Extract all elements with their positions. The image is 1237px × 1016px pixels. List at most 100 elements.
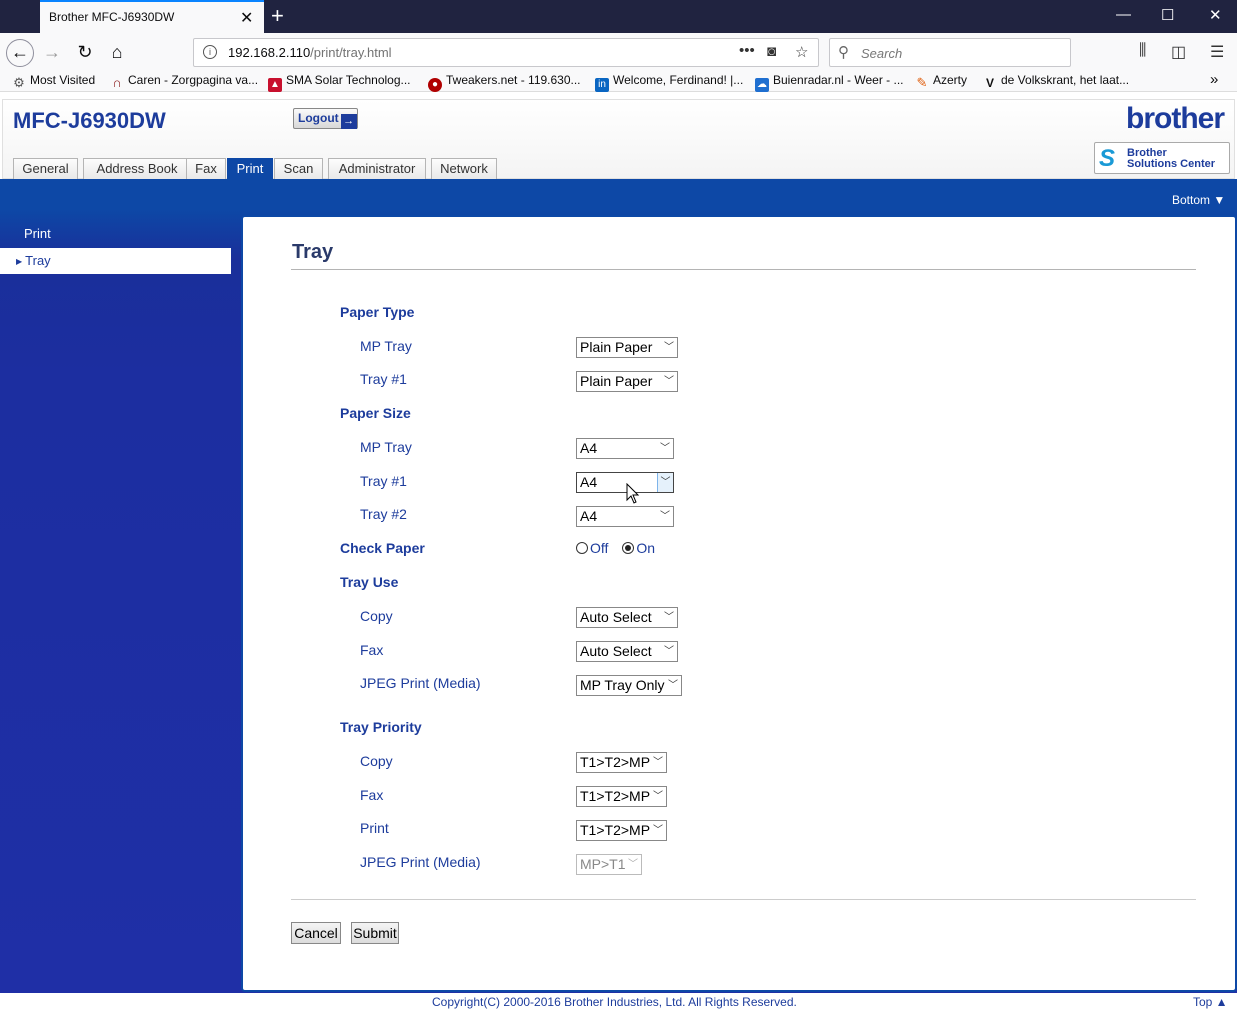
home-icon[interactable]: ⌂ [103, 39, 131, 67]
paper-size-heading: Paper Size [340, 405, 411, 421]
tab-general[interactable]: General [13, 158, 78, 180]
brother-logo: brother [1126, 102, 1225, 135]
browser-titlebar: Brother MFC-J6930DW ✕ + — ☐ ✕ [0, 0, 1237, 33]
maximize-button[interactable]: ☐ [1161, 6, 1174, 24]
tray-priority-print-select[interactable]: T1>T2>MP ﹀ [576, 820, 667, 841]
paper-type-heading: Paper Type [340, 304, 415, 320]
minimize-button[interactable]: — [1116, 6, 1131, 23]
solutions-center-text: Brother Solutions Center [1127, 147, 1216, 170]
chevron-down-icon: ﹀ [668, 680, 678, 691]
bookmark-tweakers[interactable]: ● Tweakers.net - 119.630... [428, 73, 581, 92]
tab-scan[interactable]: Scan [274, 158, 323, 180]
bookmarks-overflow-icon[interactable]: » [1210, 71, 1218, 88]
chevron-down-icon: ﹀ [660, 443, 670, 454]
paper-size-tray2-select[interactable]: A4 ﹀ [576, 506, 674, 527]
mouse-cursor-icon [626, 483, 640, 504]
title-divider [291, 269, 1196, 270]
caret-right-icon: ▶ [16, 257, 23, 266]
solutions-center-s-icon: S [1099, 145, 1116, 172]
tab-network[interactable]: Network [431, 158, 497, 180]
page-title: Tray [292, 241, 334, 263]
tray-use-heading: Tray Use [340, 574, 399, 590]
tray-use-jpeg-select[interactable]: MP Tray Only ﹀ [576, 675, 682, 696]
buienradar-icon: ☁ [755, 78, 769, 92]
bookmark-azerty[interactable]: ✎ Azerty [915, 73, 967, 90]
tray-priority-copy-label: Copy [360, 753, 393, 769]
forward-arrow-icon[interactable]: → [38, 39, 66, 67]
chevron-down-icon: ﹀ [657, 473, 673, 492]
paper-type-tray1-label: Tray #1 [360, 371, 407, 387]
paper-type-tray1-select[interactable]: Plain Paper ﹀ [576, 371, 678, 392]
reload-icon[interactable]: ↻ [71, 39, 99, 67]
tray-use-copy-select[interactable]: Auto Select ﹀ [576, 607, 678, 628]
gear-icon: ⚙ [13, 75, 25, 90]
sma-logo-icon: ▲ [268, 78, 282, 92]
bookmark-most-visited[interactable]: ⚙ Most Visited [12, 73, 95, 90]
page-footer: Copyright(C) 2000-2016 Brother Industrie… [0, 993, 1237, 1016]
pocket-icon[interactable]: ◙ [767, 43, 776, 60]
cancel-button[interactable]: Cancel [291, 922, 341, 944]
chevron-down-icon: ﹀ [660, 511, 670, 522]
header-panel: MFC-J6930DW Logout → brother S Brother Sol… [2, 99, 1235, 182]
tray-priority-fax-label: Fax [360, 787, 384, 803]
tray-settings-panel: Tray Paper Type MP Tray Plain Paper ﹀ Tra… [241, 215, 1237, 992]
page-actions-icon[interactable]: ••• [739, 42, 755, 59]
bookmark-star-icon[interactable]: ☆ [795, 43, 808, 61]
paper-size-tray1-select[interactable]: A4 ﹀ [576, 472, 674, 493]
paper-type-mp-tray-select[interactable]: Plain Paper ﹀ [576, 337, 678, 358]
tray-priority-fax-select[interactable]: T1>T2>MP ﹀ [576, 786, 667, 807]
bookmark-sma[interactable]: ▲ SMA Solar Technolog... [268, 73, 411, 92]
tab-administrator[interactable]: Administrator [328, 158, 426, 180]
radio-off[interactable] [576, 542, 588, 554]
bookmark-volkskrant[interactable]: Vde Volkskrant, het laat... [983, 73, 1129, 90]
library-icon[interactable]: ⫼ [1139, 42, 1146, 60]
tray-priority-heading: Tray Priority [340, 719, 422, 735]
tray-use-fax-label: Fax [360, 642, 384, 658]
new-tab-button[interactable]: + [271, 3, 284, 29]
bottom-link[interactable]: Bottom ▼ [1172, 193, 1225, 207]
bookmarks-toolbar: ⚙ Most Visited ∩ Caren - Zorgpagina va... … [0, 71, 1237, 92]
check-paper-off-option[interactable]: Off [576, 540, 608, 556]
window-close-button[interactable]: ✕ [1209, 6, 1222, 24]
tray-priority-jpeg-select: MP>T1 ﹀ [576, 854, 642, 875]
browser-navbar: ← → ↻ ⌂ i 192.168.2.110/print/tray.html … [0, 33, 1237, 71]
paper-type-mp-tray-label: MP Tray [360, 338, 412, 354]
site-info-icon[interactable]: i [203, 45, 217, 59]
tab-fax[interactable]: Fax [186, 158, 226, 180]
check-paper-on-option[interactable]: On [622, 540, 655, 556]
chevron-down-icon: ﹀ [653, 757, 663, 768]
bookmark-caren[interactable]: ∩ Caren - Zorgpagina va... [110, 73, 258, 90]
paper-size-mp-tray-label: MP Tray [360, 439, 412, 455]
bookmark-buienradar[interactable]: ☁ Buienradar.nl - Weer - ... [755, 73, 904, 92]
paper-size-mp-tray-select[interactable]: A4 ﹀ [576, 438, 674, 459]
chevron-down-icon: ﹀ [653, 791, 663, 802]
azerty-icon: ✎ [916, 75, 928, 90]
top-link[interactable]: Top ▲ [1193, 995, 1228, 1009]
browser-tab[interactable]: Brother MFC-J6930DW ✕ [40, 0, 264, 33]
headphones-icon: ∩ [112, 75, 122, 90]
url-bar[interactable]: i 192.168.2.110/print/tray.html ••• ◙ ☆ [193, 38, 819, 67]
sidebar-item-tray[interactable]: ▶ Tray [0, 248, 231, 274]
tab-address-book[interactable]: Address Book [83, 158, 191, 180]
submit-button[interactable]: Submit [351, 922, 399, 944]
logout-button[interactable]: Logout → [293, 108, 358, 129]
solutions-center-link[interactable]: S Brother Solutions Center [1094, 142, 1230, 174]
form-divider [291, 899, 1196, 900]
check-paper-heading: Check Paper [340, 540, 425, 556]
bookmark-linkedin[interactable]: in Welcome, Ferdinand! |... [595, 73, 743, 92]
paper-size-tray2-label: Tray #2 [360, 506, 407, 522]
tray-priority-print-label: Print [360, 820, 389, 836]
url-text[interactable]: 192.168.2.110/print/tray.html [228, 45, 392, 60]
logout-arrow-icon: → [340, 114, 357, 129]
tray-use-fax-select[interactable]: Auto Select ﹀ [576, 641, 678, 662]
search-placeholder: Search [861, 46, 903, 61]
sidebar-item-print[interactable]: Print [0, 221, 231, 247]
menu-icon[interactable]: ☰ [1210, 42, 1224, 62]
tab-close-icon[interactable]: ✕ [240, 8, 253, 28]
tray-priority-copy-select[interactable]: T1>T2>MP ﹀ [576, 752, 667, 773]
back-arrow-icon[interactable]: ← [6, 39, 34, 67]
radio-on[interactable] [622, 542, 635, 554]
search-bar[interactable]: ⚲ Search [829, 38, 1071, 67]
chevron-down-icon: ﹀ [664, 612, 674, 623]
sidebar-toggle-icon[interactable]: ◫ [1171, 42, 1186, 62]
